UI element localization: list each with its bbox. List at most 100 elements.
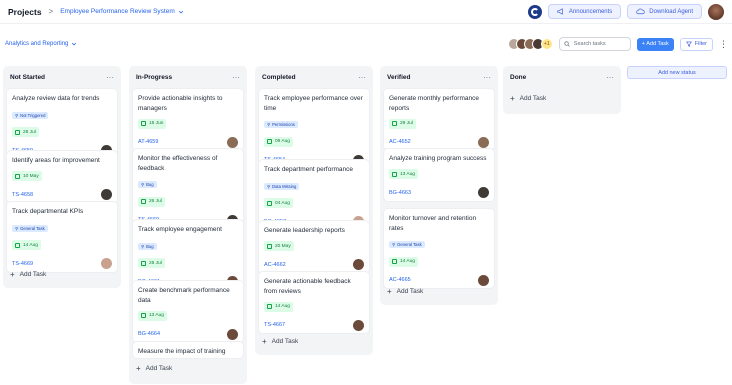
task-card[interactable]: Measure the impact of training	[133, 342, 243, 358]
announcements-button[interactable]: Announcements	[547, 4, 622, 19]
task-id[interactable]: BG-4664	[138, 331, 160, 337]
add-task-row[interactable]: + Add Task	[262, 337, 298, 346]
task-title: Measure the impact of training	[138, 348, 226, 355]
task-card[interactable]: Provide actionable insights to managers …	[133, 89, 243, 150]
tag-icon: ⚲	[141, 243, 145, 249]
task-title: Track department performance	[264, 166, 353, 173]
filter-button[interactable]: Filter	[679, 37, 713, 51]
column-menu-icon[interactable]: ···	[358, 73, 366, 82]
user-avatar[interactable]	[708, 3, 724, 20]
column-menu-icon[interactable]: ···	[483, 73, 491, 82]
task-card[interactable]: Monitor turnover and retention rates ⚲ Ge…	[384, 209, 494, 288]
board-toolbar: Analytics and Reporting +1 + Add Task Fi…	[0, 34, 732, 54]
task-id[interactable]: AC-4662	[264, 262, 286, 268]
tag-icon: ⚲	[15, 225, 19, 231]
megaphone-icon	[557, 8, 563, 15]
task-title: Analyze training program success	[389, 155, 487, 162]
calendar-icon	[141, 260, 146, 266]
due-date: 13 Aug	[138, 310, 167, 321]
due-date: 14 Aug	[389, 256, 418, 267]
task-tag: ⚲ Permissions	[264, 121, 298, 128]
column-header: Completed ···	[255, 66, 373, 88]
assignee-avatar[interactable]	[478, 187, 489, 198]
column-menu-icon[interactable]: ···	[232, 73, 240, 82]
task-id[interactable]: TS-4669	[12, 261, 33, 267]
column-menu-icon[interactable]: ···	[106, 73, 114, 82]
add-task-button[interactable]: + Add Task	[636, 37, 674, 51]
task-card[interactable]: Generate actionable feedback from review…	[259, 272, 369, 333]
calendar-icon	[267, 139, 272, 144]
task-id[interactable]: AC-4665	[389, 277, 411, 283]
add-task-row[interactable]: + Add Task	[387, 287, 423, 296]
add-task-row[interactable]: + Add Task	[136, 364, 172, 373]
column-header: Verified ···	[380, 66, 498, 88]
task-card[interactable]: Create benchmark performance data 13 Aug…	[133, 281, 243, 342]
chevron-down-icon	[178, 10, 183, 13]
member-avatars[interactable]: +1	[507, 38, 553, 50]
column-menu-icon[interactable]: ···	[606, 73, 614, 82]
task-id[interactable]: AT-4659	[138, 139, 158, 145]
assignee-avatar[interactable]	[478, 136, 489, 148]
search-input[interactable]	[573, 41, 626, 47]
due-date: 25 Jul	[138, 258, 165, 268]
task-id[interactable]: TS-4667	[264, 322, 285, 328]
task-tag: ⚲ Data Missing	[264, 182, 300, 190]
project-selector[interactable]: Employee Performance Review System	[60, 8, 184, 15]
task-id[interactable]: TS-4658	[12, 192, 33, 198]
assignee-avatar[interactable]	[101, 189, 112, 200]
calendar-icon	[141, 313, 146, 318]
tag-icon: ⚲	[392, 242, 396, 247]
app-logo-icon[interactable]	[527, 4, 542, 19]
search-icon	[564, 41, 570, 47]
task-card[interactable]: Generate monthly performance reports 29 …	[384, 89, 494, 150]
view-selector[interactable]: Analytics and Reporting	[5, 41, 77, 47]
plus-icon: +	[510, 94, 515, 103]
add-new-status-button[interactable]: Add new status	[627, 66, 727, 79]
task-card[interactable]: Generate leadership reports 20 May AC-46…	[259, 221, 369, 273]
task-card[interactable]: Analyze review data for trends ⚲ Not Trig…	[7, 89, 117, 159]
download-agent-button[interactable]: Download Agent	[627, 4, 702, 19]
tag-icon: ⚲	[267, 122, 271, 127]
due-date: 29 Jul	[389, 118, 416, 129]
task-card[interactable]: Identify areas for improvement 10 May TS…	[7, 151, 117, 203]
task-title: Analyze review data for trends	[12, 95, 100, 102]
due-date: 04 Aug	[264, 198, 293, 208]
task-card[interactable]: Track employee engagement ⚲Bug 25 Jul BG…	[133, 220, 243, 290]
task-title: Create benchmark performance data	[138, 287, 230, 304]
assignee-avatar[interactable]	[101, 258, 112, 269]
more-options-icon[interactable]: ⋮	[719, 39, 728, 50]
plus-icon: +	[136, 364, 141, 373]
column-done: Done ··· + Add Task	[503, 66, 621, 114]
task-title: Monitor the effectiveness of feedback	[138, 155, 218, 172]
task-title: Provide actionable insights to managers	[138, 95, 223, 112]
task-card[interactable]: Track department performance ⚲ Data Missi…	[259, 160, 369, 230]
task-card[interactable]: Track departmental KPIs ⚲ General Task 14…	[7, 202, 117, 272]
due-date: 13 Aug	[389, 169, 418, 179]
assignee-avatar[interactable]	[478, 274, 489, 286]
assignee-avatar[interactable]	[227, 328, 238, 340]
projects-link[interactable]: Projects	[8, 7, 42, 17]
task-card[interactable]: Track employee performance over time ⚲ Pe…	[259, 89, 369, 168]
assignee-avatar[interactable]	[227, 136, 238, 148]
calendar-icon	[392, 121, 397, 126]
search-box[interactable]	[558, 37, 631, 51]
plus-icon: +	[262, 337, 267, 346]
task-tag: ⚲ Bug	[138, 242, 157, 250]
calendar-icon	[15, 173, 20, 179]
column-in-progress: In-Progress ··· Provide actionable insig…	[129, 66, 247, 384]
task-title: Monitor turnover and retention rates	[389, 215, 477, 232]
cloud-download-icon	[636, 8, 645, 15]
due-date: 09 Aug	[264, 136, 293, 147]
add-task-row[interactable]: + Add Task	[510, 94, 546, 103]
task-id[interactable]: BG-4663	[389, 190, 411, 196]
add-task-row[interactable]: + Add Task	[10, 270, 46, 279]
plus-icon: +	[10, 270, 15, 279]
assignee-avatar[interactable]	[353, 259, 364, 270]
task-id[interactable]: AC-4652	[389, 139, 411, 145]
due-date: 20 May	[264, 241, 294, 251]
column-completed: Completed ··· Track employee performance…	[255, 66, 373, 355]
breadcrumb-separator: >	[48, 7, 54, 16]
assignee-avatar[interactable]	[353, 319, 364, 331]
task-card[interactable]: Monitor the effectiveness of feedback ⚲ B…	[133, 149, 243, 228]
task-card[interactable]: Analyze training program success 13 Aug …	[384, 149, 494, 201]
